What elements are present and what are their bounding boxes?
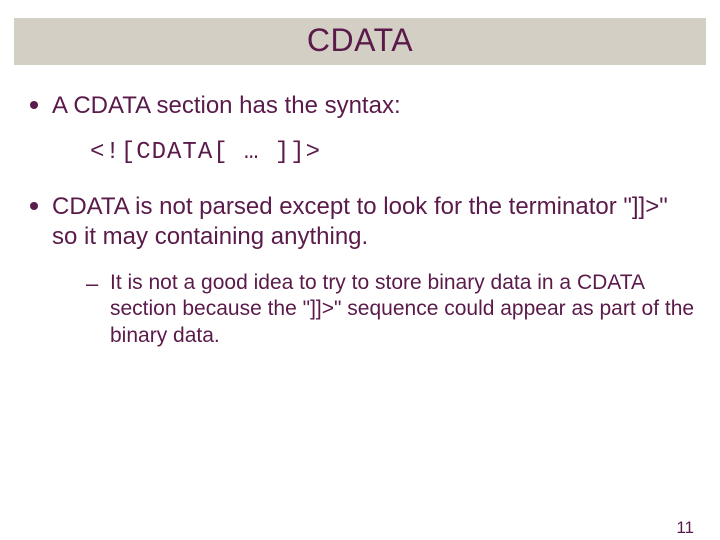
slide-title: CDATA <box>14 22 706 59</box>
sub-list: It is not a good idea to try to store bi… <box>86 270 696 349</box>
bullet-text: A CDATA section has the syntax: <box>52 92 401 119</box>
bullet-item: A CDATA section has the syntax: <box>24 91 696 121</box>
slide-content: A CDATA section has the syntax: <![CDATA… <box>0 65 720 349</box>
sub-item: It is not a good idea to try to store bi… <box>86 270 696 349</box>
code-syntax: <![CDATA[ … ]]> <box>90 139 696 166</box>
bullet-list: CDATA is not parsed except to look for t… <box>24 192 696 349</box>
sub-text: It is not a good idea to try to store bi… <box>110 271 694 347</box>
bullet-text: CDATA is not parsed except to look for t… <box>52 193 668 250</box>
bullet-list: A CDATA section has the syntax: <box>24 91 696 121</box>
bullet-item: CDATA is not parsed except to look for t… <box>24 192 696 349</box>
title-bar: CDATA <box>14 18 706 65</box>
page-number: 11 <box>676 518 694 538</box>
